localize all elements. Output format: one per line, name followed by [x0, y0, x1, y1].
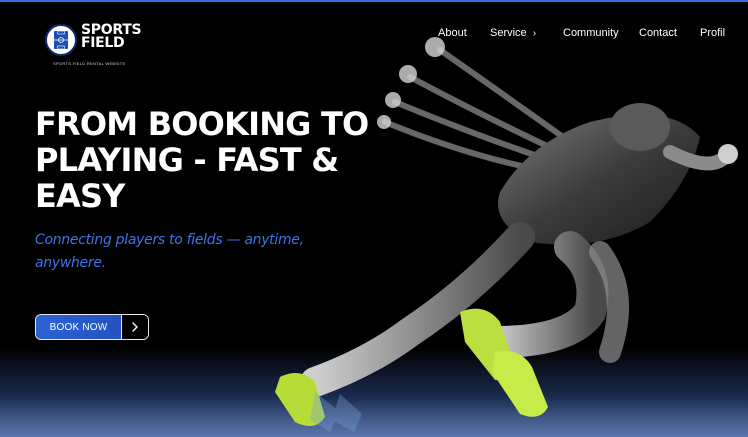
nav-service[interactable]: Service › — [490, 27, 536, 39]
nav-community[interactable]: Community — [563, 27, 619, 39]
brand-tagline: SPORTS FIELD RENTAL WEBSITE — [53, 61, 126, 66]
hero-title: FROM BOOKING TO PLAYING - FAST & EASY — [35, 105, 369, 215]
brand-logo[interactable]: SPORTS FIELD SPORTS FIELD RENTAL WEBSITE — [45, 22, 163, 66]
nav-profil[interactable]: Profil — [700, 27, 725, 39]
chevron-right-icon — [121, 315, 148, 339]
sprinter-image — [275, 37, 738, 432]
soccer-field-icon — [45, 24, 77, 56]
landing-page: SPORTS FIELD SPORTS FIELD RENTAL WEBSITE… — [0, 0, 748, 437]
book-now-label: BOOK NOW — [36, 315, 121, 339]
book-now-button[interactable]: BOOK NOW — [35, 314, 149, 340]
nav-service-label: Service — [490, 27, 527, 39]
nav-contact[interactable]: Contact — [639, 27, 677, 39]
brand-name: SPORTS FIELD — [81, 22, 142, 51]
chevron-right-icon: › — [532, 28, 537, 39]
nav-about[interactable]: About — [438, 27, 467, 39]
hero-subtitle: Connecting players to fields — anytime, … — [35, 232, 304, 271]
